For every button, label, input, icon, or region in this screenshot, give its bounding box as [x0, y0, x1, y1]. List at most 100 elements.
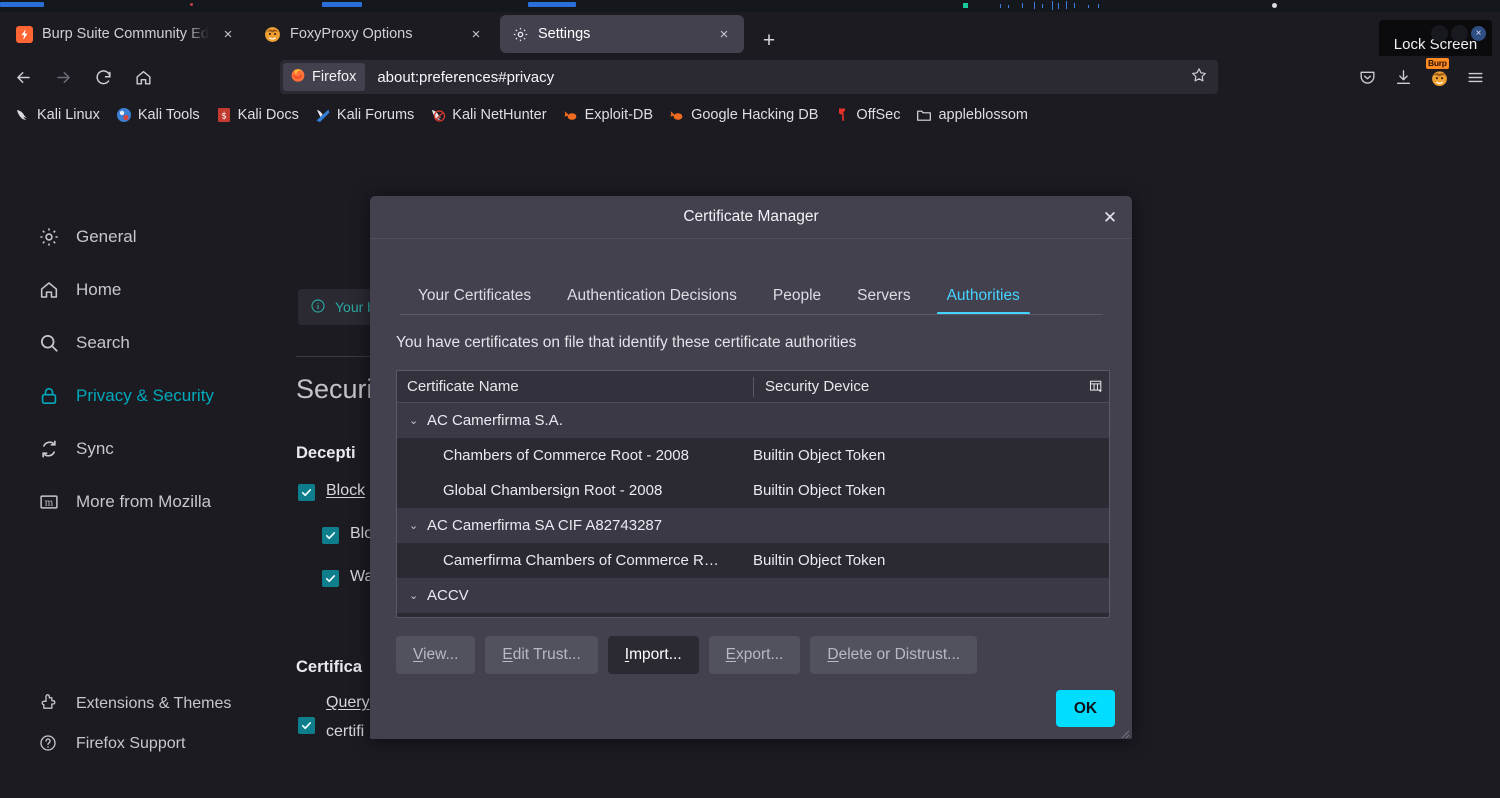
table-row[interactable]: Chambers of Commerce Root - 2008 Builtin… [397, 438, 1109, 473]
download-icon[interactable] [1386, 60, 1420, 94]
identity-chip[interactable]: Firefox [283, 63, 366, 91]
ok-button[interactable]: OK [1056, 690, 1115, 727]
sidebar-item-label: Extensions & Themes [76, 695, 232, 712]
bookmark-label: Google Hacking DB [691, 107, 819, 123]
settings-sidebar: General Home Search Privacy & Security S… [0, 134, 290, 798]
dialog-description: You have certificates on file that ident… [396, 334, 857, 351]
tab-foxyproxy[interactable]: FoxyProxy Options × [252, 15, 496, 53]
bookmark-folder-appleblossom[interactable]: appleblossom [909, 103, 1034, 127]
new-tab-button[interactable]: + [752, 24, 786, 58]
bookmark-offsec[interactable]: OffSec [827, 103, 907, 127]
panel-graph-bar [1074, 3, 1075, 8]
bookmark-kali-docs[interactable]: $ Kali Docs [209, 103, 306, 127]
tab-people[interactable]: People [755, 287, 839, 315]
bookmark-label: Kali Linux [37, 107, 100, 123]
table-row[interactable]: Camerfirma Chambers of Commerce R… Built… [397, 543, 1109, 578]
forward-button[interactable] [46, 60, 80, 94]
dialog-action-buttons: View... Edit Trust... Import... Export..… [396, 636, 978, 674]
table-row[interactable]: ⌄ AC Camerfirma SA CIF A82743287 [397, 508, 1109, 543]
bookmark-kali-linux[interactable]: Kali Linux [8, 103, 107, 127]
certificate-name: Camerfirma Chambers of Commerce R… [443, 552, 719, 569]
sidebar-item-home[interactable]: Home [38, 273, 121, 307]
bookmark-exploit-db[interactable]: Exploit-DB [556, 103, 661, 127]
tab-title: Burp Suite Community Ed [42, 26, 209, 42]
column-picker-icon[interactable] [1087, 377, 1106, 396]
sidebar-item-firefox-support[interactable]: Firefox Support [38, 727, 185, 761]
sidebar-item-more-from-mozilla[interactable]: m More from Mozilla [38, 485, 211, 519]
sidebar-item-privacy-security[interactable]: Privacy & Security [38, 379, 214, 413]
table-row[interactable]: Global Chambersign Root - 2008 Builtin O… [397, 473, 1109, 508]
offsec-icon [834, 107, 850, 123]
tab-settings[interactable]: Settings × [500, 15, 744, 53]
bookmarks-bar: Kali Linux Kali Tools $ Kali Docs Kali F… [0, 98, 1500, 132]
import-button[interactable]: Import... [607, 636, 699, 674]
sidebar-item-extensions-themes[interactable]: Extensions & Themes [38, 687, 231, 721]
tab-authentication-decisions[interactable]: Authentication Decisions [549, 287, 755, 315]
bookmark-kali-forums[interactable]: Kali Forums [308, 103, 421, 127]
tab-authorities[interactable]: Authorities [929, 287, 1038, 315]
tab-burp-suite[interactable]: Burp Suite Community Ed × [4, 15, 248, 53]
home-icon [38, 279, 60, 301]
dialog-resize-grip[interactable] [1118, 726, 1130, 739]
panel-graph-bar [1022, 3, 1023, 8]
view-button-label: View... [413, 646, 459, 663]
sidebar-item-label: Home [76, 280, 122, 299]
checkbox-block-downloads[interactable]: Blo [322, 525, 373, 544]
svg-text:m: m [45, 498, 54, 509]
window-button-placeholder [1451, 25, 1468, 42]
sidebar-item-label: More from Mozilla [76, 492, 212, 511]
tab-underline-rule [400, 314, 1103, 315]
sidebar-item-sync[interactable]: Sync [38, 432, 114, 466]
sidebar-item-label: Sync [76, 439, 114, 458]
panel-graph-bar [1066, 1, 1067, 9]
certificates-heading: Certifica [296, 658, 363, 676]
view-button[interactable]: View... [396, 636, 476, 674]
google-hacking-db-icon [669, 107, 685, 123]
bookmark-star-icon[interactable] [1190, 66, 1208, 89]
checkbox-block-dangerous[interactable]: Block [298, 482, 365, 501]
column-header-certificate-name[interactable]: Certificate Name [397, 378, 753, 395]
sidebar-item-search[interactable]: Search [38, 326, 130, 360]
chevron-down-icon[interactable]: ⌄ [409, 519, 425, 532]
url-text[interactable]: about:preferences#privacy [377, 69, 554, 86]
foxyproxy-toolbar-button[interactable]: Burp [1422, 58, 1456, 94]
sidebar-item-general[interactable]: General [38, 220, 136, 254]
kali-dragon-icon [15, 107, 31, 123]
panel-graph-bar [1098, 4, 1099, 8]
close-icon[interactable]: ✕ [1098, 206, 1122, 230]
tab-close-icon[interactable]: × [218, 24, 238, 44]
tab-close-icon[interactable]: × [714, 24, 734, 44]
hamburger-menu-icon[interactable] [1458, 60, 1492, 94]
edit-trust-button-label: Edit Trust... [502, 646, 581, 663]
certificate-table[interactable]: Certificate Name Security Device ⌄ AC Ca… [396, 370, 1110, 618]
delete-or-distrust-button[interactable]: Delete or Distrust... [810, 636, 978, 674]
back-button[interactable] [6, 60, 40, 94]
checkbox-checked-icon [322, 527, 339, 544]
burp-icon [16, 25, 33, 43]
tab-close-icon[interactable]: × [466, 24, 486, 44]
certificate-name: Global Chambersign Root - 2008 [443, 482, 663, 499]
table-row[interactable]: ⌄ ACCV [397, 578, 1109, 613]
bookmark-kali-nethunter[interactable]: Kali NetHunter [423, 103, 553, 127]
chevron-down-icon[interactable]: ⌄ [409, 589, 425, 602]
home-button[interactable] [126, 60, 160, 94]
pocket-icon[interactable] [1350, 60, 1384, 94]
bookmark-kali-tools[interactable]: Kali Tools [109, 103, 207, 127]
tab-your-certificates[interactable]: Your Certificates [400, 287, 549, 315]
export-button[interactable]: Export... [708, 636, 801, 674]
checkbox-warn-unwanted[interactable]: Wa [322, 568, 373, 587]
foxyproxy-icon [264, 26, 281, 43]
chevron-down-icon[interactable]: ⌄ [409, 414, 425, 427]
column-header-security-device[interactable]: Security Device [753, 376, 1109, 397]
identity-chip-label: Firefox [312, 69, 357, 85]
reload-button[interactable] [86, 60, 120, 94]
close-icon[interactable]: × [1471, 26, 1486, 41]
sync-icon [38, 438, 60, 460]
checkbox-query-ocsp[interactable]: Query certifi [298, 694, 370, 741]
sidebar-item-label: Privacy & Security [76, 386, 214, 405]
edit-trust-button[interactable]: Edit Trust... [485, 636, 598, 674]
tab-servers[interactable]: Servers [839, 287, 928, 315]
bookmark-google-hacking-db[interactable]: Google Hacking DB [662, 103, 825, 127]
table-row[interactable]: ⌄ AC Camerfirma S.A. [397, 403, 1109, 438]
url-bar[interactable]: Firefox about:preferences#privacy [280, 60, 1218, 94]
